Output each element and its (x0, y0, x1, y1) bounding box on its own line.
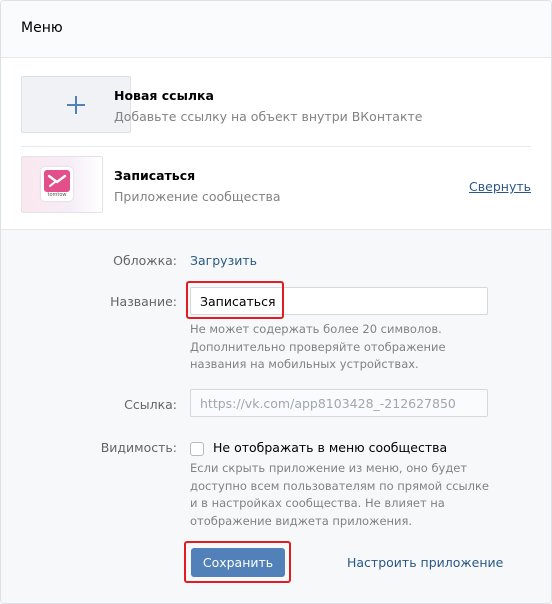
app-logo-mark (44, 170, 70, 192)
envelope-check-icon (47, 174, 67, 187)
visibility-hint-line: отображение виджета приложения. (190, 513, 413, 528)
panel-title: Меню (21, 20, 63, 36)
hide-from-menu-label[interactable]: Не отображать в меню сообщества (213, 440, 447, 455)
menu-item-new-link[interactable]: Новая ссылка Добавьте ссылку на объект в… (1, 76, 551, 136)
menu-item-subtitle: Приложение сообщества (114, 189, 281, 204)
visibility-hint-line: доступно всем пользователям по прямой сс… (190, 478, 489, 493)
visibility-hint-line: и в настройках сообщества. Не влияет на (190, 496, 445, 510)
menu-item-app: tomtow Записаться Приложение сообщества … (1, 156, 551, 216)
collapse-link[interactable]: Свернуть (469, 179, 531, 194)
name-hint-line: названия на мобильных устройствах. (190, 357, 419, 371)
divider (21, 146, 531, 147)
app-logo-text: tomtow (47, 192, 67, 198)
configure-app-link[interactable]: Настроить приложение (347, 555, 503, 570)
name-label: Название: (110, 294, 177, 309)
name-hint-line: Не может содержать более 20 символов. (190, 322, 442, 336)
link-input[interactable]: https://vk.com/app8103428_-212627850 (190, 389, 488, 417)
cover-label: Обложка: (113, 253, 177, 268)
visibility-hint-line: Если скрыть приложение из меню, оно буде… (190, 461, 468, 475)
app-logo: tomtow (41, 167, 73, 201)
name-hint: Не может содержать более 20 символов. До… (190, 321, 490, 374)
menu-item-title: Записаться (114, 168, 196, 183)
hide-from-menu-checkbox[interactable] (190, 442, 204, 456)
panel-header: Меню (1, 1, 551, 58)
save-highlight-frame (184, 541, 291, 583)
link-input-value: https://vk.com/app8103428_-212627850 (200, 396, 456, 411)
app-thumbnail: tomtow (21, 156, 103, 213)
new-link-thumbnail[interactable] (21, 76, 131, 133)
upload-cover-link[interactable]: Загрузить (190, 253, 257, 268)
menu-item-subtitle: Добавьте ссылку на объект внутри ВКонтак… (114, 109, 423, 124)
name-hint-line: Дополнительно проверяйте отображение (190, 339, 446, 354)
plus-icon-vertical (75, 96, 77, 114)
link-label: Ссылка: (124, 397, 177, 412)
visibility-label: Видимость: (100, 440, 177, 455)
name-highlight-frame (186, 281, 284, 319)
menu-item-title: Новая ссылка (114, 88, 214, 103)
visibility-hint: Если скрыть приложение из меню, оно буде… (190, 460, 490, 530)
